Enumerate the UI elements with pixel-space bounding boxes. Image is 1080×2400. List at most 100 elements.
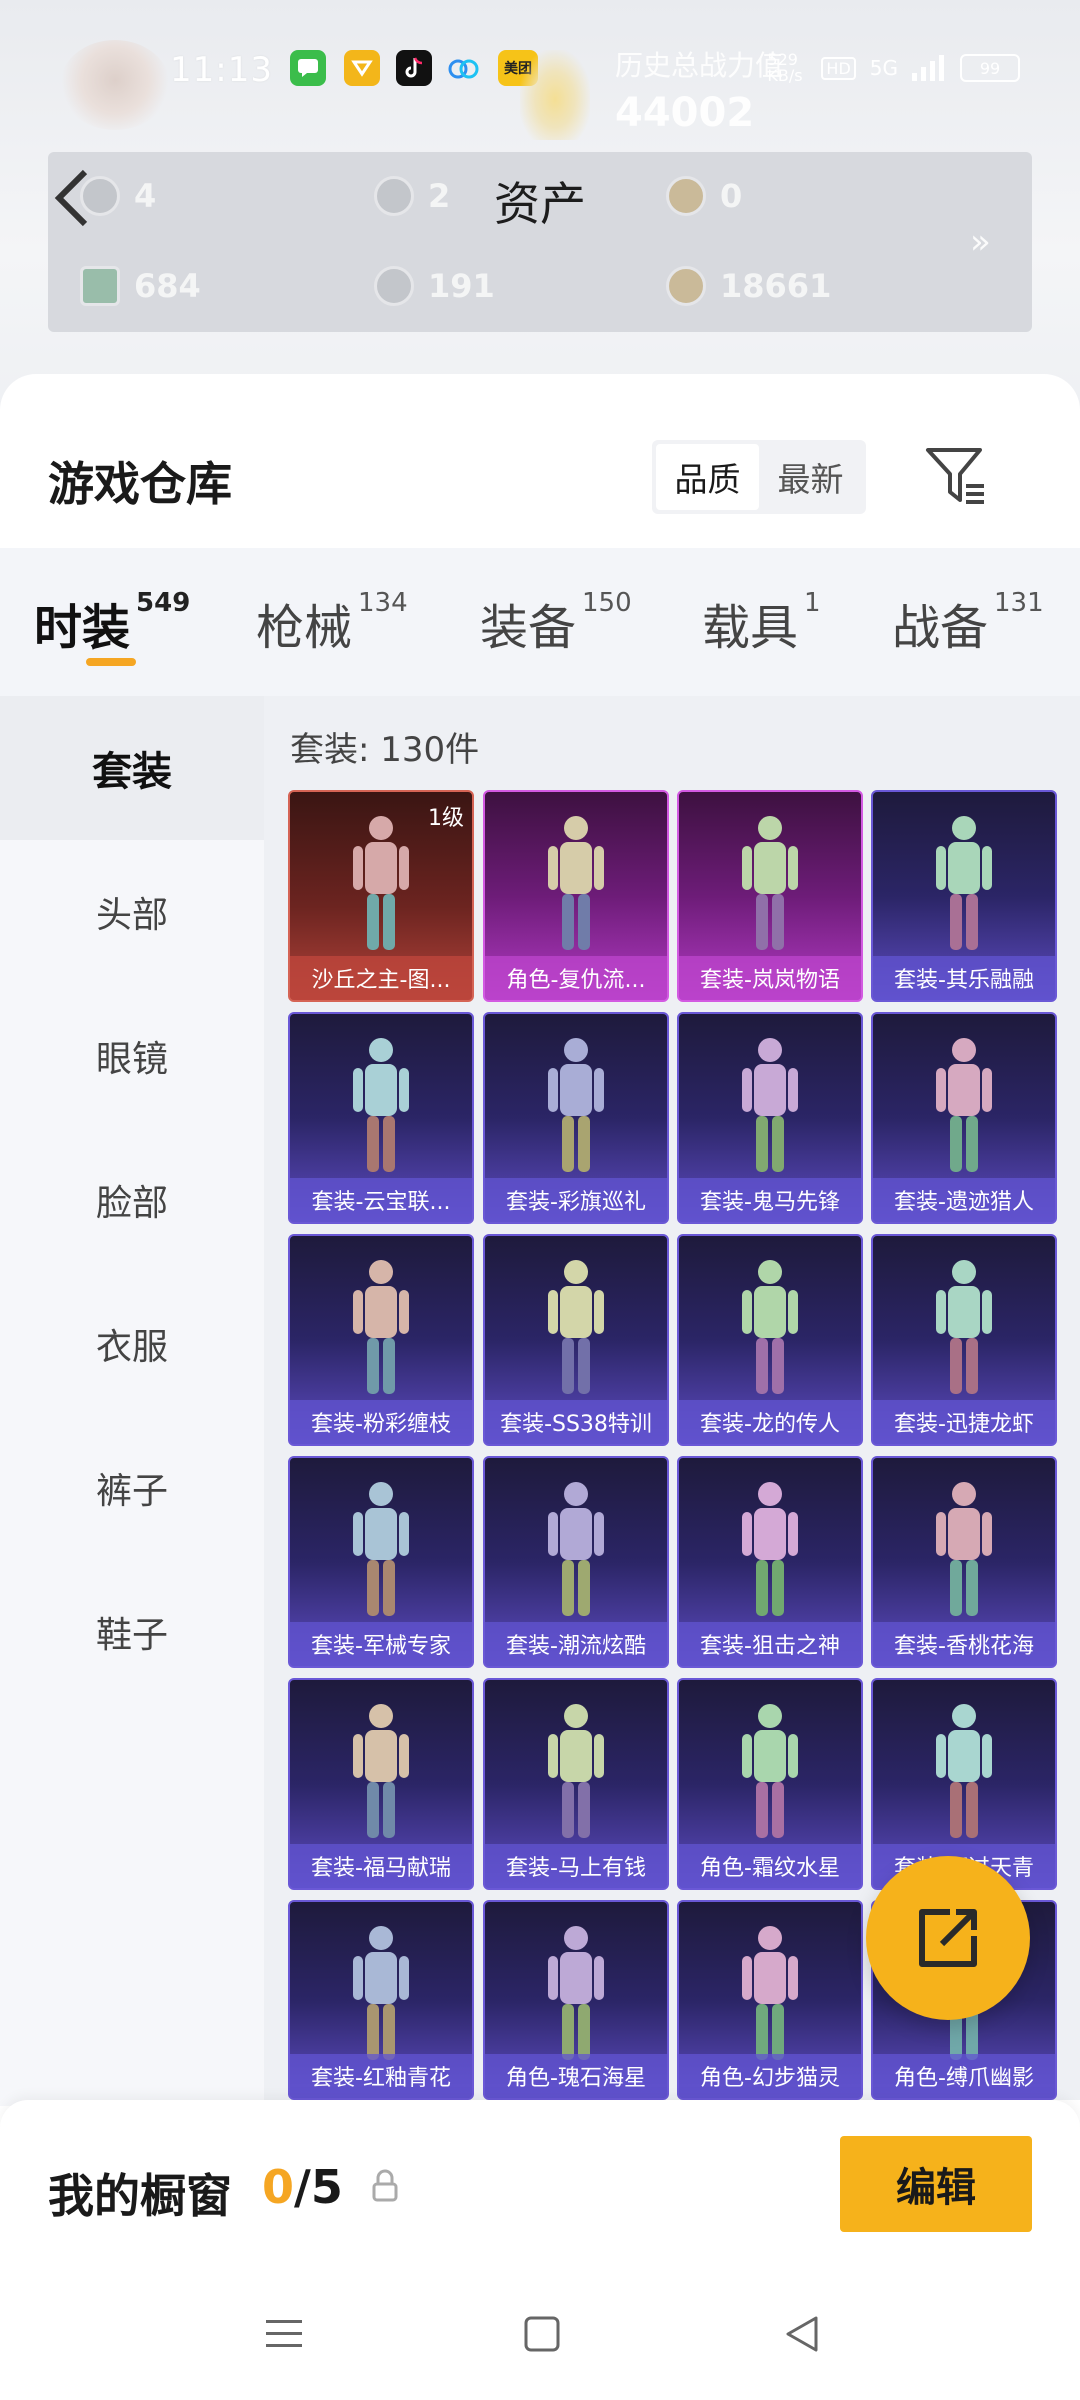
item-card-name: 套装-军械专家 <box>290 1622 472 1666</box>
item-card[interactable]: 套装-鬼马先锋 <box>677 1012 863 1224</box>
history-power-label: 历史总战力值 <box>615 49 784 82</box>
edit-button[interactable]: 编辑 <box>840 2136 1032 2232</box>
signal-icon <box>912 55 944 81</box>
item-card-name: 角色-缚爪幽影 <box>873 2054 1055 2098</box>
badge-icon <box>666 176 706 216</box>
hd-icon: HD <box>821 56 856 80</box>
sort-toggle: 品质 最新 <box>652 440 866 514</box>
outfit-figure-icon <box>353 1038 409 1172</box>
share-fab-button[interactable] <box>866 1856 1030 2020</box>
tab-fashion[interactable]: 时装 549 <box>34 588 190 658</box>
tab-guns[interactable]: 枪械 134 <box>256 588 408 658</box>
item-count-label: 套装: 130件 <box>290 730 480 770</box>
item-card[interactable]: 套装-彩旗巡礼 <box>483 1012 669 1224</box>
tiktok-icon <box>396 50 432 86</box>
item-card[interactable]: 套装-粉彩缠枝 <box>288 1234 474 1446</box>
item-card[interactable]: 1级 沙丘之主-图... <box>288 790 474 1002</box>
outfit-figure-icon <box>548 1926 604 2060</box>
item-card-name: 角色-瑰石海星 <box>485 2054 667 2098</box>
outfit-figure-icon <box>936 1482 992 1616</box>
tab-active-indicator <box>86 658 136 666</box>
showcase-current: 0 <box>262 2160 295 2214</box>
item-card-name: 套装-红釉青花 <box>290 2054 472 2098</box>
sub-category-item[interactable]: 衣服 <box>0 1272 264 1416</box>
tab-count: 131 <box>994 588 1044 618</box>
back-nav-button[interactable] <box>780 2312 824 2356</box>
sort-newest-button[interactable]: 最新 <box>759 444 862 510</box>
sub-category-item[interactable]: 套装 <box>0 696 264 840</box>
item-card-name: 套装-粉彩缠枝 <box>290 1400 472 1444</box>
item-card[interactable]: 角色-霜纹水星 <box>677 1678 863 1890</box>
rank-emblem-icon <box>60 40 170 130</box>
item-card[interactable]: 套装-马上有钱 <box>483 1678 669 1890</box>
network-speed: 529 KB/s <box>767 50 803 85</box>
item-card[interactable]: 套装-狙击之神 <box>677 1456 863 1668</box>
item-card-name: 套装-SS38特训 <box>485 1400 667 1444</box>
item-card[interactable]: 套装-福马献瑞 <box>288 1678 474 1890</box>
assets-more-button[interactable]: » <box>970 222 991 262</box>
tab-count: 1 <box>804 588 821 618</box>
item-level-badge: 1级 <box>428 806 464 831</box>
tab-label: 战备 <box>892 600 989 656</box>
home-square-icon <box>524 2316 560 2352</box>
asset-card: 684 <box>80 266 201 306</box>
item-card[interactable]: 套装-岚岚物语 <box>677 790 863 1002</box>
sub-category-item[interactable]: 裤子 <box>0 1416 264 1560</box>
outfit-figure-icon <box>742 1260 798 1394</box>
status-bar: 11:13 美团 历史总战力值 44002 529 KB/s HD 5G 99 <box>0 30 1080 140</box>
item-card[interactable]: 套装-红釉青花 <box>288 1900 474 2100</box>
showcase-label: 我的橱窗 <box>48 2169 232 2223</box>
item-card-name: 角色-幻步猫灵 <box>679 2054 861 2098</box>
filter-icon <box>926 448 984 504</box>
triangle-back-icon <box>786 2316 818 2352</box>
item-card-name: 套装-马上有钱 <box>485 1844 667 1888</box>
outfit-figure-icon <box>353 1260 409 1394</box>
outfit-figure-icon <box>742 1482 798 1616</box>
item-card[interactable]: 套装-遗迹猎人 <box>871 1012 1057 1224</box>
outfit-figure-icon <box>742 1704 798 1838</box>
status-clock: 11:13 <box>170 50 273 90</box>
sub-category-item[interactable]: 眼镜 <box>0 984 264 1128</box>
item-card-name: 套装-龙的传人 <box>679 1400 861 1444</box>
tab-supplies[interactable]: 战备 131 <box>892 588 1044 658</box>
tab-vehicles[interactable]: 载具 1 <box>702 588 821 658</box>
filter-button[interactable] <box>924 444 988 508</box>
item-card[interactable]: 套装-龙的传人 <box>677 1234 863 1446</box>
menu-nav-button[interactable] <box>262 2312 306 2356</box>
item-card-name: 角色-复仇流... <box>485 956 667 1000</box>
battery-icon: 99 <box>960 54 1020 82</box>
item-card-name: 套装-迅捷龙虾 <box>873 1400 1055 1444</box>
tab-count: 549 <box>136 588 191 618</box>
item-card[interactable]: 套装-香桃花海 <box>871 1456 1057 1668</box>
asset-gold-coin: 18661 <box>666 266 831 306</box>
tab-label: 枪械 <box>256 600 353 656</box>
item-card[interactable]: 套装-云宝联... <box>288 1012 474 1224</box>
home-nav-button[interactable] <box>520 2312 564 2356</box>
item-card-name: 套装-香桃花海 <box>873 1622 1055 1666</box>
item-card[interactable]: 套装-SS38特训 <box>483 1234 669 1446</box>
sub-category-item[interactable]: 鞋子 <box>0 1560 264 1704</box>
outfit-figure-icon <box>936 1038 992 1172</box>
tab-label: 载具 <box>702 600 799 656</box>
showcase-total: /5 <box>294 2160 343 2214</box>
asset-card-value: 684 <box>134 267 201 305</box>
item-card[interactable]: 套装-潮流炫酷 <box>483 1456 669 1668</box>
outfit-figure-icon <box>936 1704 992 1838</box>
item-card[interactable]: 套装-迅捷龙虾 <box>871 1234 1057 1446</box>
item-card[interactable]: 套装-其乐融融 <box>871 790 1057 1002</box>
item-card[interactable]: 角色-幻步猫灵 <box>677 1900 863 2100</box>
tab-count: 134 <box>358 588 408 618</box>
sort-quality-button[interactable]: 品质 <box>656 444 759 510</box>
sub-category-item[interactable]: 头部 <box>0 840 264 984</box>
asset-silver-coin: 191 <box>374 266 495 306</box>
item-card[interactable]: 角色-瑰石海星 <box>483 1900 669 2100</box>
item-card-name: 套装-云宝联... <box>290 1178 472 1222</box>
asset-badge: 0 <box>666 176 742 216</box>
tab-equipment[interactable]: 装备 150 <box>480 588 632 658</box>
item-card[interactable]: 角色-复仇流... <box>483 790 669 1002</box>
item-card[interactable]: 套装-军械专家 <box>288 1456 474 1668</box>
item-card-name: 套装-鬼马先锋 <box>679 1178 861 1222</box>
battery-level: 99 <box>979 58 1001 78</box>
sub-category-item[interactable]: 脸部 <box>0 1128 264 1272</box>
tab-label: 装备 <box>480 600 577 656</box>
